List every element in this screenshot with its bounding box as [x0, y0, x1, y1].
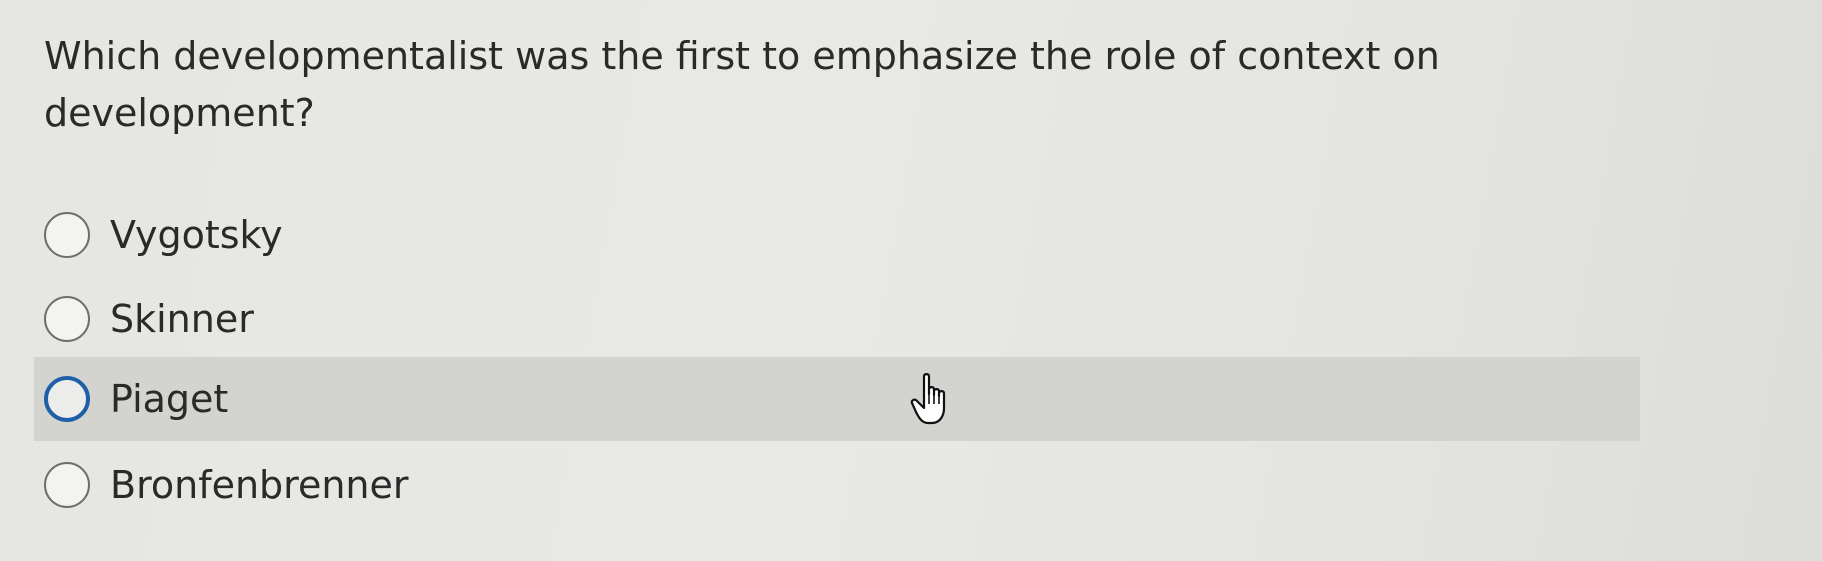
hand-pointer-icon: [910, 373, 946, 425]
option-skinner[interactable]: Skinner: [34, 277, 1640, 361]
option-label-piaget[interactable]: Piaget: [110, 377, 228, 421]
option-bronfenbrenner[interactable]: Bronfenbrenner: [34, 443, 1640, 527]
option-label-skinner[interactable]: Skinner: [110, 297, 254, 341]
option-vygotsky[interactable]: Vygotsky: [34, 193, 1640, 277]
option-piaget[interactable]: Piaget: [34, 357, 1640, 441]
radio-button-skinner[interactable]: [44, 296, 90, 342]
radio-button-vygotsky[interactable]: [44, 212, 90, 258]
radio-button-bronfenbrenner[interactable]: [44, 462, 90, 508]
radio-button-piaget[interactable]: [44, 376, 90, 422]
question-text: Which developmentalist was the first to …: [44, 34, 1440, 135]
option-label-vygotsky[interactable]: Vygotsky: [110, 213, 283, 257]
option-label-bronfenbrenner[interactable]: Bronfenbrenner: [110, 463, 409, 507]
